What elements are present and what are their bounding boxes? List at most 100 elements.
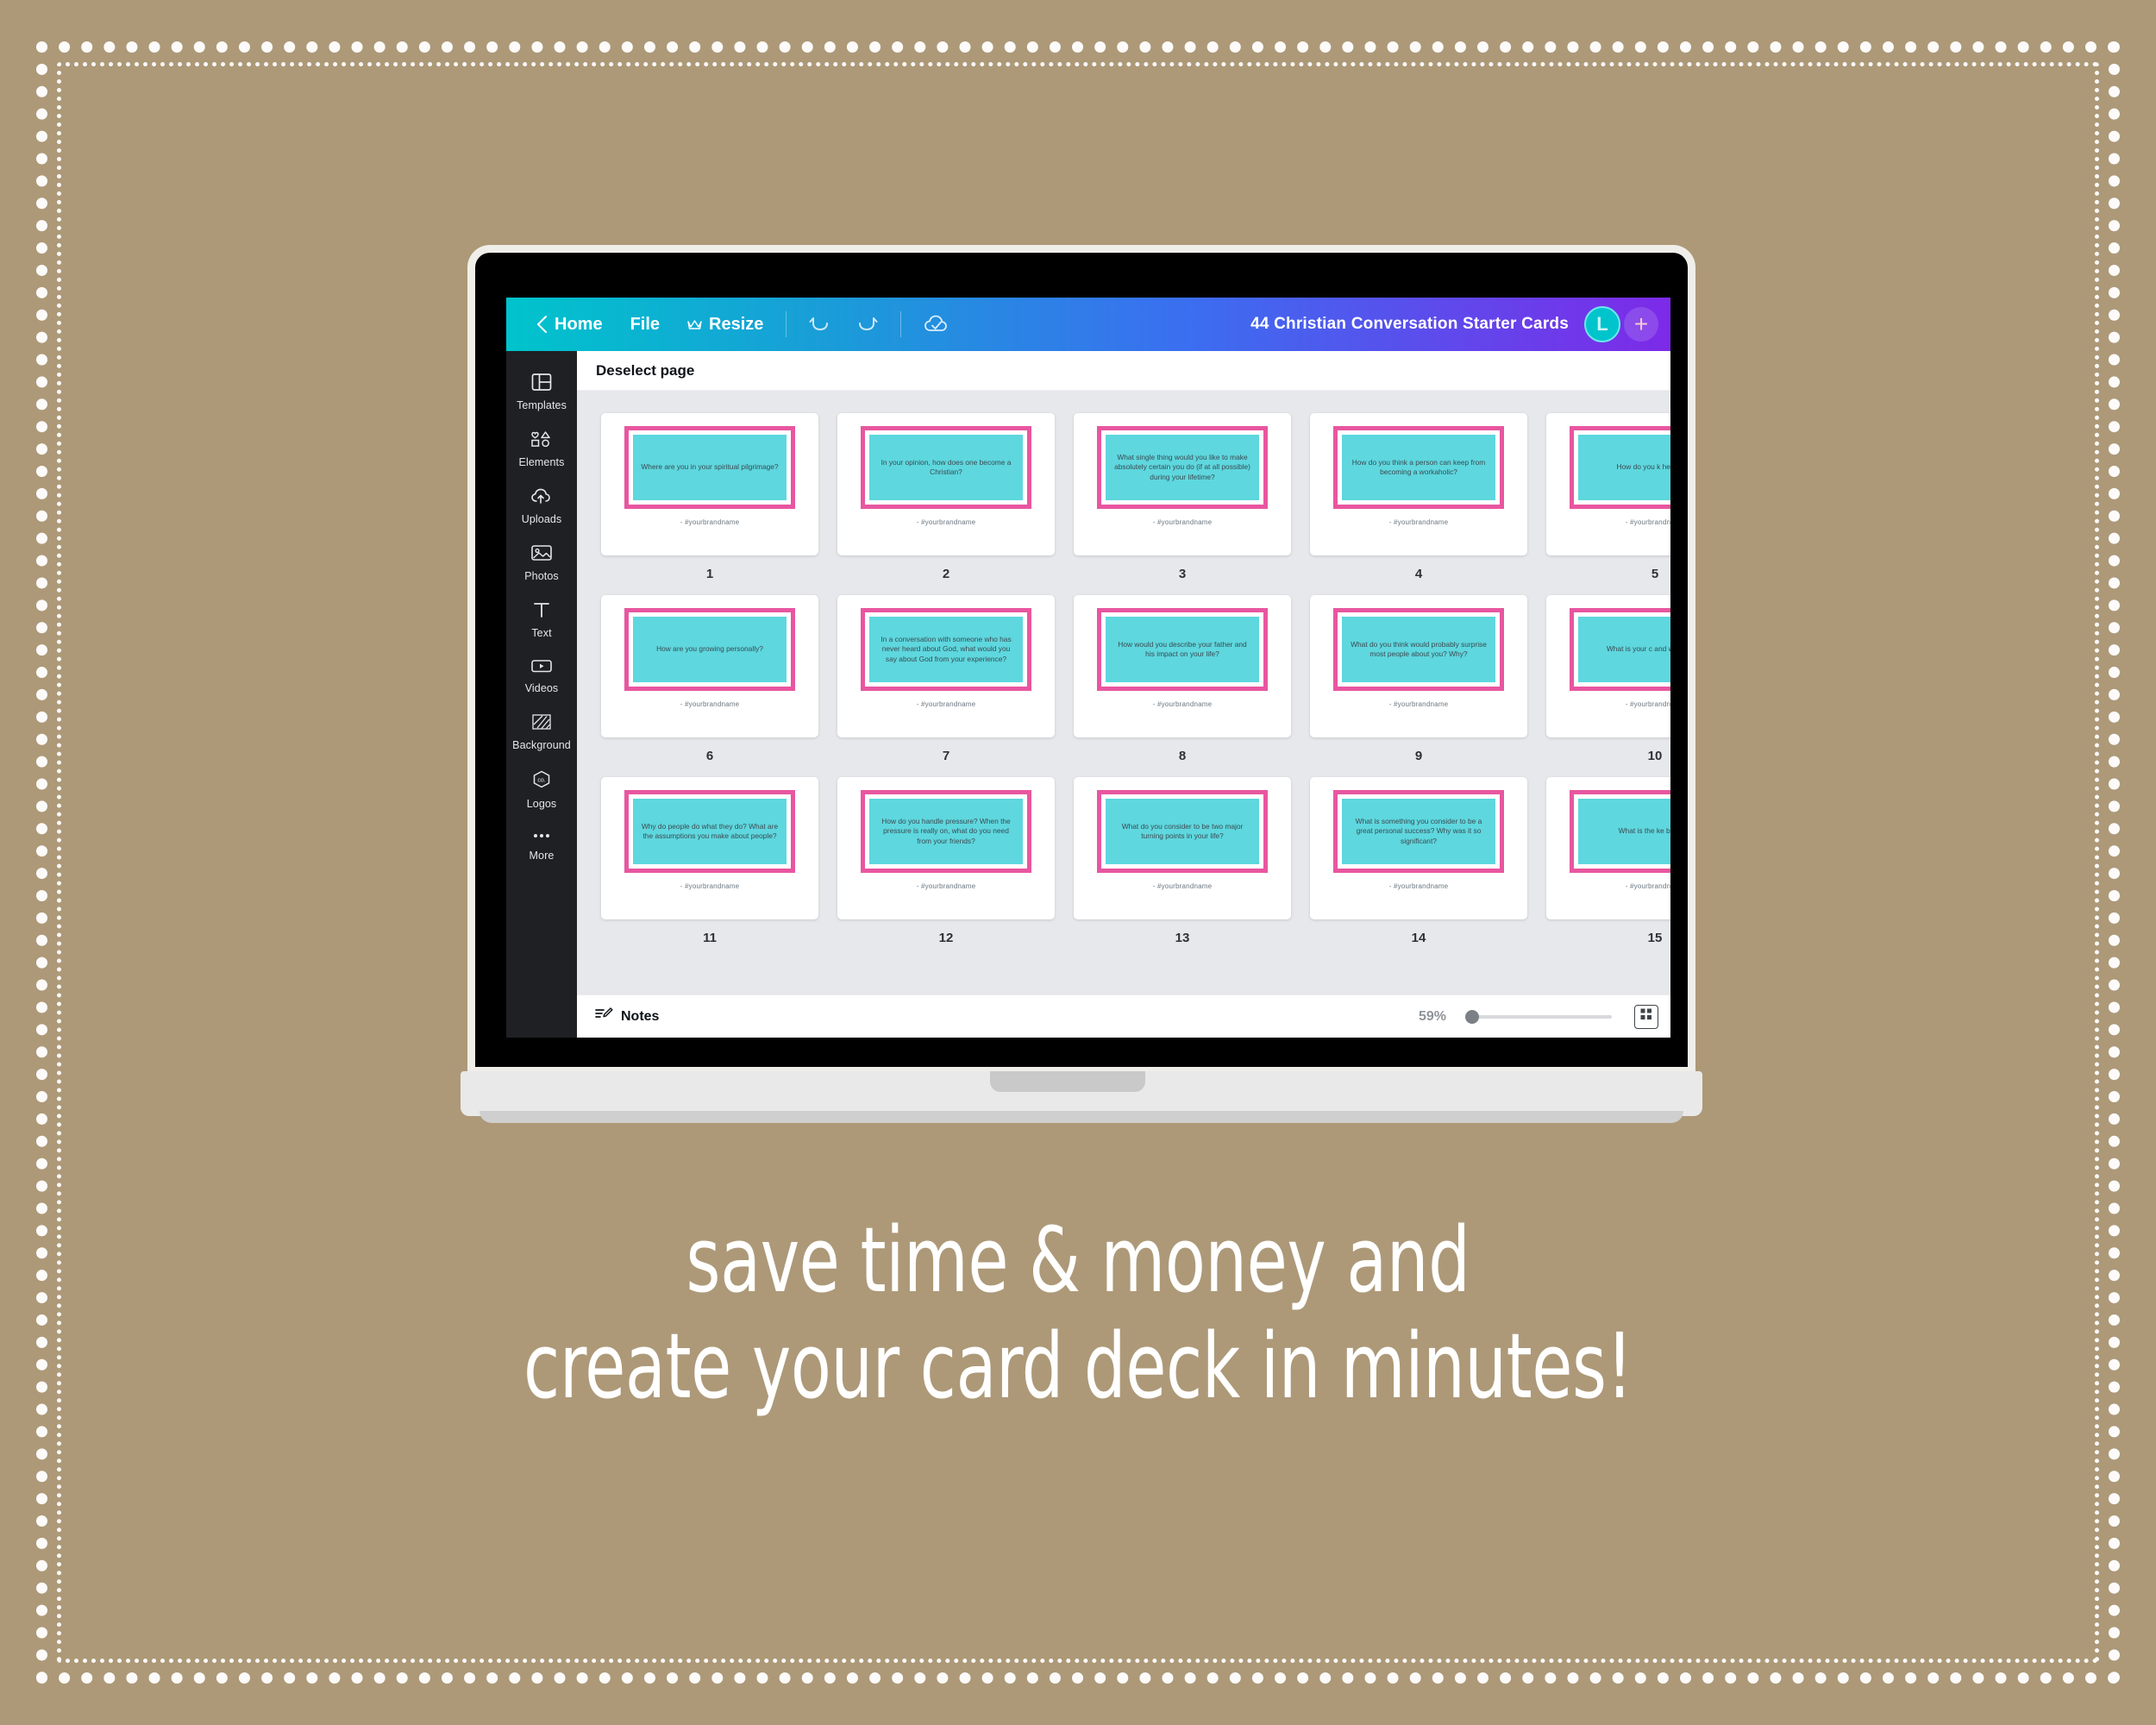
zoom-slider-knob[interactable] [1465, 1009, 1479, 1024]
card-question-text: How do you handle pressure? When the pre… [881, 817, 1011, 845]
redo-icon [857, 316, 878, 333]
chevron-left-icon [536, 315, 548, 334]
card-brand-credit: - #yourbrandname [916, 700, 976, 708]
sidebar-item-uploads[interactable]: Uploads [506, 477, 577, 534]
page-cell: How do you handle pressure? When the pre… [837, 777, 1074, 959]
page-thumbnail[interactable]: In a conversation with someone who has n… [837, 595, 1055, 737]
page-thumbnail[interactable]: What is something you consider to be a g… [1310, 777, 1527, 919]
page-grid: Where are you in your spiritual pilgrima… [601, 413, 1670, 959]
page-thumbnail[interactable]: How are you growing personally? - #yourbr… [601, 595, 818, 737]
cloud-check-icon [924, 314, 950, 335]
page-number-label: 14 [1411, 931, 1426, 945]
page-number-label: 5 [1651, 567, 1659, 581]
card-pink-frame: What is something you consider to be a g… [1333, 790, 1504, 873]
sidebar-item-elements[interactable]: Elements [506, 420, 577, 477]
card-teal-panel: How do you think a person can keep from … [1342, 435, 1495, 500]
page-number-label: 3 [1178, 567, 1187, 581]
card-brand-credit: - #yourbrandname [1388, 700, 1449, 708]
elements-icon [530, 430, 554, 453]
page-number-label: 8 [1178, 749, 1187, 763]
sidebar-item-more[interactable]: More [506, 819, 577, 870]
back-button[interactable]: Home [522, 307, 617, 342]
page-thumbnail[interactable]: What do you consider to be two major tur… [1074, 777, 1291, 919]
card-question-text: What is the ke balance [1618, 826, 1670, 836]
page-cell: What do you think would probably surpris… [1310, 595, 1546, 777]
workspace: Templates Elements Uploads Photos Text V… [506, 351, 1670, 1038]
card-question-text: What single thing would you like to make… [1114, 453, 1250, 481]
file-label: File [630, 314, 661, 334]
resize-button[interactable]: Resize [674, 307, 777, 342]
card-question-text: How are you growing personally? [656, 644, 763, 654]
add-collaborator-button[interactable]: + [1624, 307, 1658, 342]
undo-button[interactable] [795, 307, 843, 342]
sidebar-item-photos[interactable]: Photos [506, 534, 577, 591]
card-brand-credit: - #yourbrandname [1152, 518, 1213, 526]
card-brand-credit: - #yourbrandname [1152, 700, 1213, 708]
cloud-save-status[interactable] [910, 307, 963, 342]
card-teal-panel: What single thing would you like to make… [1106, 435, 1259, 500]
page-thumbnail[interactable]: Why do people do what they do? What are … [601, 777, 818, 919]
card-pink-frame: In a conversation with someone who has n… [861, 608, 1031, 691]
page-thumbnail[interactable]: How do you think a person can keep from … [1310, 413, 1527, 555]
grid-view-button[interactable] [1634, 1004, 1658, 1029]
card-teal-panel: Why do people do what they do? What are … [633, 799, 787, 864]
photo-icon [530, 543, 553, 567]
card-brand-credit: - #yourbrandname [1388, 882, 1449, 890]
redo-button[interactable] [843, 307, 892, 342]
card-pink-frame: What is the ke balance [1570, 790, 1670, 873]
sidebar-item-templates[interactable]: Templates [506, 363, 577, 420]
resize-label: Resize [709, 314, 764, 334]
page-cell: What is something you consider to be a g… [1310, 777, 1546, 959]
page-thumbnail[interactable]: Where are you in your spiritual pilgrima… [601, 413, 818, 555]
sidebar-item-background[interactable]: Background [506, 703, 577, 760]
page-cell: Where are you in your spiritual pilgrima… [601, 413, 837, 595]
page-thumbnail[interactable]: How do you handle pressure? When the pre… [837, 777, 1055, 919]
toolbar-divider-2 [900, 311, 902, 337]
page-thumbnail[interactable]: How do you k heaven w - #yourbrandname [1546, 413, 1670, 555]
card-teal-panel: In your opinion, how does one become a C… [869, 435, 1023, 500]
sidebar-item-text[interactable]: Text [506, 591, 577, 648]
card-pink-frame: What is your c and what a dev [1570, 608, 1670, 691]
card-question-text: Where are you in your spiritual pilgrima… [641, 462, 779, 472]
document-title[interactable]: 44 Christian Conversation Starter Cards [1250, 315, 1569, 334]
grid-view-icon [1639, 1007, 1653, 1026]
page-thumbnail[interactable]: What single thing would you like to make… [1074, 413, 1291, 555]
card-question-text: What is your c and what a dev [1606, 644, 1670, 654]
page-thumbnail[interactable]: How would you describe your father and h… [1074, 595, 1291, 737]
avatar[interactable]: L [1584, 306, 1620, 342]
card-brand-credit: - #yourbrandname [916, 518, 976, 526]
page-number-label: 2 [942, 567, 950, 581]
laptop-lid: Home File Resize 44 Christian Conversati… [467, 245, 1695, 1075]
file-menu-button[interactable]: File [617, 307, 674, 342]
card-brand-credit: - #yourbrandname [916, 882, 976, 890]
page-thumbnail[interactable]: What is the ke balance - #yourbrandname [1546, 777, 1670, 919]
page-cell: How would you describe your father and h… [1074, 595, 1310, 777]
page-grid-area[interactable]: Where are you in your spiritual pilgrima… [577, 391, 1670, 994]
sidebar-item-logos[interactable]: co. Logos [506, 760, 577, 819]
card-pink-frame: In your opinion, how does one become a C… [861, 426, 1031, 509]
sidebar-label-logos: Logos [526, 798, 557, 810]
page-cell: What do you consider to be two major tur… [1074, 777, 1310, 959]
page-number-label: 15 [1647, 931, 1663, 945]
card-question-text: What do you think would probably surpris… [1351, 639, 1487, 658]
left-sidebar: Templates Elements Uploads Photos Text V… [506, 351, 577, 1038]
deselect-page-bar[interactable]: Deselect page [577, 351, 1670, 391]
bottom-status-bar: Notes 59% [577, 994, 1670, 1038]
page-cell: How do you think a person can keep from … [1310, 413, 1546, 595]
templates-icon [531, 373, 552, 396]
card-pink-frame: How do you handle pressure? When the pre… [861, 790, 1031, 873]
sidebar-label-text: Text [531, 627, 552, 639]
page-thumbnail[interactable]: In your opinion, how does one become a C… [837, 413, 1055, 555]
page-thumbnail[interactable]: What do you think would probably surpris… [1310, 595, 1527, 737]
sidebar-item-videos[interactable]: Videos [506, 648, 577, 703]
card-teal-panel: What is your c and what a dev [1578, 617, 1670, 682]
page-thumbnail[interactable]: What is your c and what a dev - #yourbran… [1546, 595, 1670, 737]
card-question-text: How do you think a person can keep from … [1351, 457, 1486, 476]
logos-icon: co. [530, 769, 553, 794]
card-teal-panel: How do you k heaven w [1578, 435, 1670, 500]
notes-button[interactable]: Notes [594, 1006, 659, 1027]
sidebar-label-uploads: Uploads [521, 513, 562, 525]
card-question-text: What do you consider to be two major tur… [1121, 821, 1244, 840]
sidebar-label-elements: Elements [518, 456, 565, 468]
zoom-slider[interactable] [1465, 1009, 1612, 1024]
